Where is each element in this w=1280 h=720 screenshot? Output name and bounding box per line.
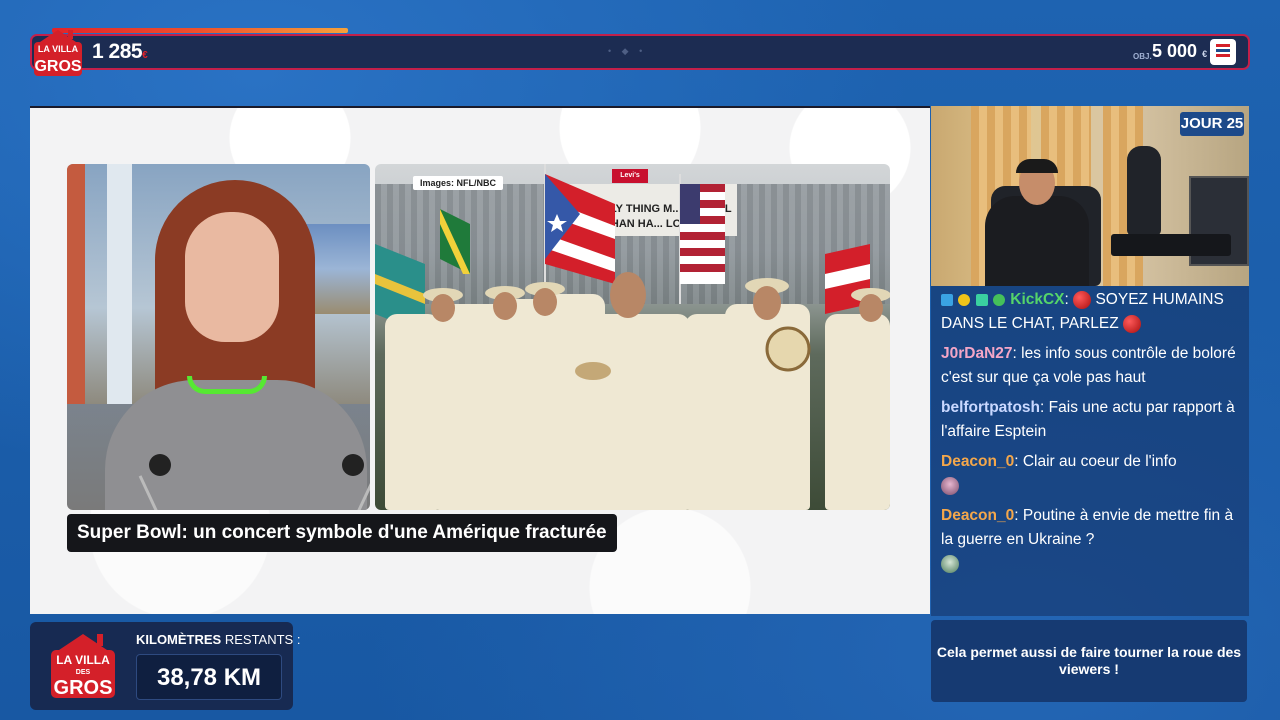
- chat-username[interactable]: belfortpatosh: [941, 399, 1040, 416]
- usa-flag: [679, 174, 725, 304]
- microphone-left-icon: [149, 454, 171, 476]
- news-broadcast-panel: THE ONLY THING M... WERFUL THAN HA... LO…: [30, 106, 930, 614]
- charity-badge-icon: [1210, 39, 1236, 65]
- anchor-collar: [187, 376, 267, 394]
- logo-small-line1: LA VILLA: [56, 653, 110, 667]
- superbowl-video-frame: THE ONLY THING M... WERFUL THAN HA... LO…: [375, 164, 890, 510]
- logo-small-line2: DES: [76, 669, 91, 676]
- donation-progress-fill: [52, 28, 348, 33]
- performer-head: [753, 286, 781, 320]
- verified-badge-icon: [992, 293, 1005, 306]
- donation-goal-unit: €: [1202, 49, 1208, 59]
- image-credit: Images: NFL/NBC: [413, 176, 504, 190]
- moderator-badge-icon: [941, 293, 953, 306]
- performer: [385, 314, 440, 510]
- km-label-rest: RESTANTS :: [221, 632, 301, 647]
- chat-message: J0rDaN27: les info sous contrôle de bolo…: [941, 345, 1236, 386]
- dots-icon: • ◆ •: [608, 46, 647, 56]
- viewer-wheel-promo: Cela permet aussi de faire tourner la ro…: [931, 620, 1247, 702]
- performer-head: [859, 294, 883, 322]
- vip-badge-icon: [958, 293, 971, 306]
- chat-message: Deacon_0: Clair au coeur de l'info: [941, 450, 1239, 498]
- donation-goal-value: 5 000: [1152, 41, 1198, 61]
- donation-count-value: 1 285: [92, 40, 143, 63]
- subscriber-badge-icon: [975, 293, 988, 306]
- live-chat[interactable]: KickCX: SOYEZ HUMAINS DANS LE CHAT, PARL…: [931, 286, 1249, 616]
- chat-message: Deacon_0: Poutine à envie de mettre fin …: [941, 504, 1239, 576]
- anchor-video-frame: [67, 164, 370, 510]
- donation-count-unit: €: [142, 50, 148, 61]
- headset-icon: [1016, 159, 1058, 173]
- performer: [435, 304, 505, 510]
- logo-small-line3: GROS: [54, 677, 113, 699]
- instrument-icon: [575, 362, 611, 380]
- donation-goal: 5 000 €: [1152, 41, 1207, 62]
- news-caption: Super Bowl: un concert symbole d'une Amé…: [67, 514, 617, 552]
- performer: [825, 314, 890, 510]
- logo-line3: GROS: [34, 58, 81, 75]
- donation-count: 1 285€: [92, 40, 148, 64]
- red-ball-emote-icon: [1123, 314, 1142, 333]
- tambourine-icon: [765, 326, 811, 372]
- km-label: KILOMÈTRES RESTANTS :: [136, 632, 300, 647]
- chat-username[interactable]: Deacon_0: [941, 453, 1014, 470]
- performer-head: [493, 292, 517, 320]
- streamer-body: [985, 196, 1089, 286]
- logo-line1: LA VILLA: [38, 44, 79, 54]
- performer-head: [533, 288, 557, 316]
- performer-head: [431, 294, 455, 322]
- gaming-chair-background: [1127, 146, 1161, 236]
- km-label-bold: KILOMÈTRES: [136, 632, 222, 647]
- chat-message: KickCX: SOYEZ HUMAINS DANS LE CHAT, PARL…: [941, 290, 1224, 333]
- lead-performer-head: [610, 272, 646, 318]
- km-value: 38,78 KM: [136, 654, 282, 700]
- chat-username[interactable]: J0rDaN27: [941, 345, 1013, 362]
- red-ball-emote-icon: [1073, 290, 1092, 309]
- chat-username[interactable]: KickCX: [1010, 291, 1064, 308]
- lead-performer: [580, 314, 690, 510]
- chat-username[interactable]: Deacon_0: [941, 507, 1014, 524]
- goal-label: OBJ.: [1133, 52, 1152, 61]
- chat-text: Clair au coeur de l'info: [1022, 453, 1177, 470]
- anchor-face: [185, 212, 279, 342]
- la-villa-des-gros-logo: LA VILLA GROS: [34, 30, 82, 76]
- day-counter-badge: JOUR 25: [1180, 112, 1244, 136]
- la-villa-des-gros-logo-small: LA VILLA DES GROS: [51, 634, 115, 699]
- green-flag: [440, 209, 470, 274]
- microphone-right-icon: [342, 454, 364, 476]
- keyboard: [1111, 234, 1231, 256]
- chat-message: belfortpatosh: Fais une actu par rapport…: [941, 399, 1235, 440]
- face-emote-icon: [941, 476, 959, 495]
- face-emote-icon: [941, 554, 959, 573]
